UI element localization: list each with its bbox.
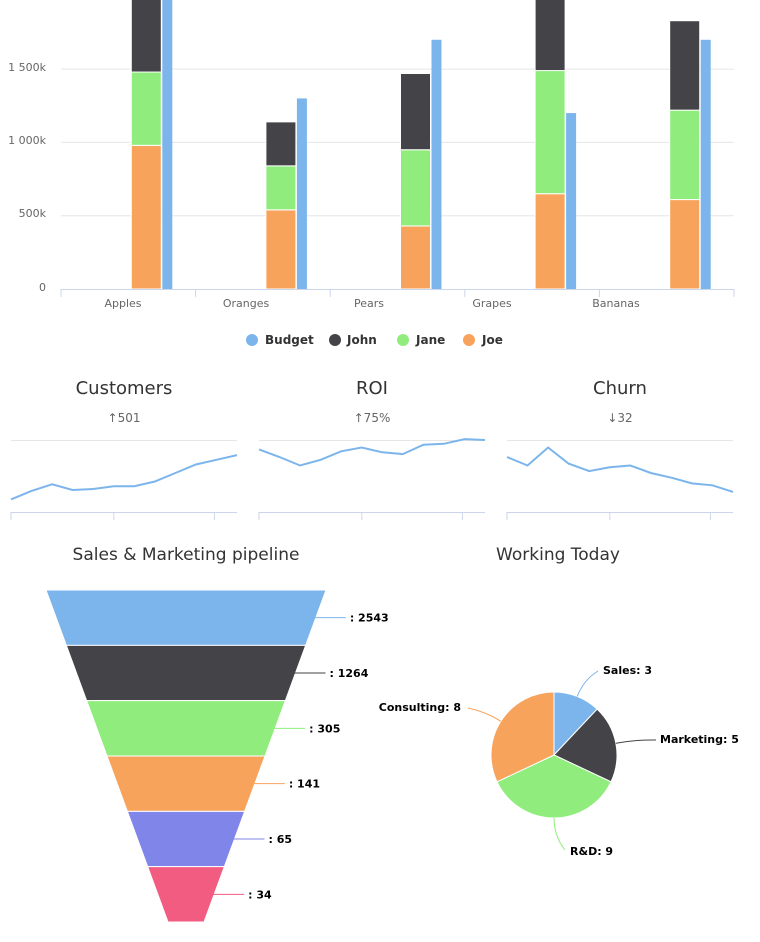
bar-jane: [265, 165, 297, 211]
funnel-chart: Sales & Marketing pipeline : 2543 : 1264:…: [45, 545, 389, 923]
x-tick-label: Bananas: [592, 297, 640, 310]
kpi-value: ↑501: [108, 411, 141, 425]
bar-budget: [566, 113, 577, 289]
bar-marks: [130, 0, 711, 290]
pie-connector: [467, 707, 502, 722]
kpi-churn: Churn ↓32: [506, 378, 734, 520]
kpi-roi: ROI ↑75%: [258, 378, 486, 520]
legend-label: Joe: [481, 333, 503, 347]
x-tick-label: Apples: [104, 297, 141, 310]
funnel-data-label: : 65: [269, 833, 293, 846]
bar-budget: [162, 0, 173, 290]
bar-gridlines: [61, 68, 734, 217]
bar-budget: [700, 39, 711, 289]
kpi-value: ↓32: [607, 411, 632, 425]
bar-jane: [130, 71, 162, 146]
sparkline-line: [10, 454, 238, 501]
kpi-title: Churn: [593, 378, 647, 399]
bar-y-tick-labels: 0 500k 1 000k 1 500k: [8, 61, 46, 294]
y-tick-label: 500k: [19, 207, 47, 220]
dashboard-canvas: 0 500k 1 000k 1 500k Apples Oranges Pear…: [8, 0, 739, 923]
bar-john: [265, 121, 297, 167]
funnel-segments: : 2543 : 1264 : 305 : 141 : 65 : 34: [45, 589, 389, 923]
legend-marker: [397, 334, 409, 346]
pie-data-label: Sales: 3: [603, 664, 652, 677]
bar-budget: [431, 39, 442, 289]
bar-x-axis: [60, 289, 735, 297]
bar-john: [534, 0, 566, 72]
bar-jane: [534, 70, 566, 195]
bar-jane: [400, 149, 431, 227]
kpi-value: ↑75%: [354, 411, 391, 425]
pie-connector: [615, 739, 657, 744]
kpi-title: Customers: [76, 378, 173, 399]
bar-john: [669, 20, 701, 111]
bar-budget: [296, 98, 307, 289]
bar-john: [400, 72, 431, 151]
funnel-segment: [106, 755, 266, 812]
legend-label: Budget: [265, 333, 314, 347]
sparkline-line: [506, 446, 734, 493]
pie-connector: [576, 670, 599, 697]
legend-label: John: [346, 333, 377, 347]
pie-data-label: Consulting: 8: [379, 701, 461, 714]
x-tick-label: Grapes: [472, 297, 512, 310]
legend-marker: [246, 334, 258, 346]
funnel-data-label: : 305: [309, 722, 340, 735]
legend-label: Jane: [415, 333, 445, 347]
y-tick-label: 1 000k: [8, 134, 46, 147]
funnel-data-label: : 34: [248, 888, 272, 901]
funnel-segment: [126, 810, 246, 868]
sparkline: [258, 438, 486, 520]
bar-joe: [265, 209, 297, 290]
funnel-segment: [45, 589, 327, 646]
bar-x-tick-labels: Apples Oranges Pears Grapes Bananas: [104, 297, 640, 310]
pie-connector: [553, 817, 566, 851]
y-tick-label: 0: [39, 281, 46, 294]
bar-joe: [400, 225, 431, 290]
stacked-bar-chart: 0 500k 1 000k 1 500k Apples Oranges Pear…: [8, 0, 735, 347]
kpi-customers: Customers ↑501: [10, 378, 238, 520]
funnel-segment: [85, 700, 287, 757]
bar-legend: Budget John Jane Joe: [246, 333, 503, 347]
sparkline-line: [258, 438, 486, 467]
legend-marker: [463, 334, 475, 346]
bar-john: [130, 0, 162, 73]
funnel-data-label: : 2543: [350, 612, 389, 625]
legend-marker: [329, 334, 341, 346]
funnel-data-label: : 141: [289, 778, 320, 791]
pie-title: Working Today: [496, 545, 620, 565]
bar-joe: [534, 193, 566, 290]
pie-data-label: R&D: 9: [570, 845, 613, 858]
pie-data-label: Marketing: 5: [660, 733, 739, 746]
legend-item-john[interactable]: John: [329, 333, 377, 347]
funnel-title: Sales & Marketing pipeline: [73, 545, 300, 565]
bar-joe: [669, 199, 701, 290]
legend-item-budget[interactable]: Budget: [246, 333, 314, 347]
bar-jane: [669, 109, 701, 201]
legend-item-joe[interactable]: Joe: [463, 333, 503, 347]
funnel-segment: [65, 644, 307, 702]
legend-item-jane[interactable]: Jane: [397, 333, 445, 347]
x-tick-label: Pears: [354, 297, 384, 310]
kpi-title: ROI: [356, 378, 388, 399]
pie-slices: Sales: 3 Marketing: 5 R&D: 9 Consulting: 8: [379, 664, 739, 858]
bar-joe: [130, 144, 162, 290]
funnel-data-label: : 1264: [330, 667, 369, 680]
x-tick-label: Oranges: [223, 297, 270, 310]
sparkline: [10, 440, 238, 520]
y-tick-label: 1 500k: [8, 61, 46, 74]
pie-chart: Working Today Sales: 3 Marketing: 5 R&D: 9…: [379, 545, 739, 858]
sparkline: [506, 440, 734, 520]
